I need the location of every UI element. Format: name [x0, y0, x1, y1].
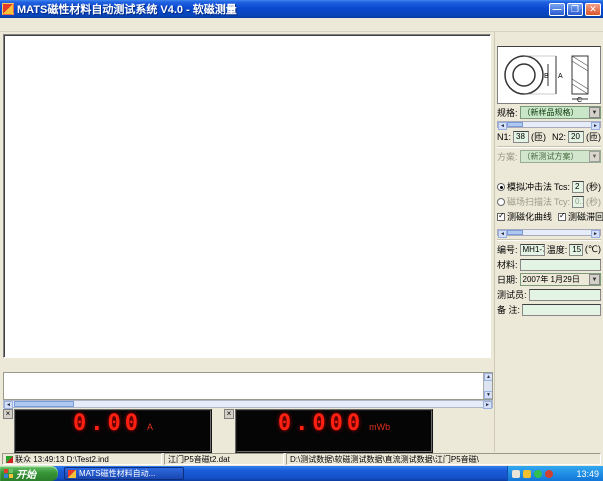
material-label: 材料:	[497, 258, 518, 271]
date-label: 日期:	[497, 273, 518, 286]
temp-label: 温度:	[547, 243, 568, 256]
flux-meter-value: 0.000	[278, 413, 364, 435]
n2-input[interactable]: 20	[568, 131, 584, 143]
status-operator: 联众 13:49:13 D:\Test2.ind	[2, 453, 162, 465]
task-icon	[68, 470, 76, 478]
screen: MATS磁性材料自动测试系统 V4.0 - 软磁测量 — ❐ ✕ ▲ ▼	[0, 0, 603, 481]
plan-combobox[interactable]: （新测试方案） ▼	[520, 150, 601, 163]
status-path: D:\测试数据\软磁测试数据\直流测试数据\江门P5音磁\	[286, 453, 601, 465]
clock: 13:49	[576, 469, 599, 479]
tray-icon-3[interactable]	[534, 470, 542, 478]
field-meter-value: 0.00	[73, 413, 142, 435]
n1-unit: (匝)	[531, 130, 546, 143]
main-content: ▲ ▼ ◄ ► × 0.00 A ×	[0, 32, 603, 452]
scroll-up-icon[interactable]: ▲	[484, 373, 493, 381]
tcy-unit: (秒)	[586, 195, 601, 208]
sample-id-input[interactable]: MH1-7	[520, 244, 545, 256]
tcs-label: Tcs:	[554, 182, 570, 192]
spec-label: 规格:	[497, 106, 518, 119]
result-table-hscrollbar[interactable]: ◄ ►	[3, 400, 493, 408]
scroll-right-icon[interactable]: ►	[591, 122, 600, 130]
n2-label: N2:	[552, 132, 566, 142]
tcs-input[interactable]: 2	[572, 181, 584, 193]
field-meter-unit: A	[147, 422, 153, 435]
result-table-wrap: ▲ ▼	[3, 372, 493, 400]
chart-panel	[3, 34, 491, 358]
menubar	[0, 18, 603, 32]
measure-hysteresis-checkbox[interactable]	[558, 213, 566, 221]
titlebar: MATS磁性材料自动测试系统 V4.0 - 软磁测量 — ❐ ✕	[0, 0, 603, 18]
measure-magnetization-label: 测磁化曲线	[507, 210, 552, 223]
flux-meter-close-icon[interactable]: ×	[224, 409, 234, 419]
sweep-method-label: 磁场扫描法	[507, 195, 552, 208]
minimize-button[interactable]: —	[549, 3, 565, 16]
chevron-down-icon[interactable]: ▼	[589, 274, 600, 285]
temp-input[interactable]: 15	[569, 244, 583, 256]
hysteresis-chart	[4, 35, 490, 357]
plan-label: 方案:	[497, 150, 518, 163]
settings-panel: B A C 规格: （新样品规格） ▼ ◄ ►	[494, 32, 603, 452]
svg-text:B: B	[544, 73, 549, 80]
measure-hysteresis-label: 测磁滞回线	[568, 210, 603, 223]
windows-flag-icon	[4, 469, 13, 478]
spec-combobox[interactable]: （新样品规格） ▼	[520, 106, 601, 119]
sample-shape-tabs	[497, 33, 601, 46]
taskbar: 开始 MATS磁性材料自动... 13:49	[0, 466, 603, 481]
material-input[interactable]	[520, 259, 601, 271]
n1-input[interactable]: 38	[513, 131, 529, 143]
tray-icon-4[interactable]	[545, 470, 553, 478]
tester-label: 测试员:	[497, 288, 527, 301]
flux-meter-unit: mWb	[369, 422, 390, 435]
result-table-vscrollbar[interactable]: ▲ ▼	[483, 373, 492, 399]
tcy-input[interactable]: 0.1	[572, 196, 584, 208]
note-label: 备 注:	[497, 303, 520, 316]
taskbar-task-mats[interactable]: MATS磁性材料自动...	[64, 467, 184, 480]
sweep-method-radio[interactable]	[497, 198, 505, 206]
tcs-unit: (秒)	[586, 180, 601, 193]
temp-unit: (℃)	[585, 244, 601, 255]
chevron-down-icon[interactable]: ▼	[589, 151, 600, 162]
scroll-down-icon[interactable]: ▼	[484, 391, 493, 399]
tray-icon-2[interactable]	[523, 470, 531, 478]
svg-text:A: A	[558, 73, 563, 80]
field-meter-close-icon[interactable]: ×	[3, 409, 13, 419]
scroll-right-icon[interactable]: ►	[591, 230, 600, 238]
tray-icon-1[interactable]	[512, 470, 520, 478]
date-picker[interactable]: 2007年 1月29日 ▼	[520, 273, 601, 286]
led-meters: × 0.00 A × 0.000 mWb	[3, 408, 493, 454]
tester-input[interactable]	[529, 289, 601, 301]
scroll-left-icon[interactable]: ◄	[498, 122, 507, 130]
n1-label: N1:	[497, 132, 511, 142]
chevron-down-icon[interactable]: ▼	[589, 107, 600, 118]
sample-id-label: 编号:	[497, 243, 518, 256]
statusbar: 联众 13:49:13 D:\Test2.ind 江门P5音磁t2.dat D:…	[0, 452, 603, 466]
start-button[interactable]: 开始	[0, 466, 58, 481]
measure-magnetization-checkbox[interactable]	[497, 213, 505, 221]
flux-meter: 0.000 mWb	[235, 409, 433, 453]
result-tabs	[3, 358, 493, 372]
close-button[interactable]: ✕	[585, 3, 601, 16]
window-title: MATS磁性材料自动测试系统 V4.0 - 软磁测量	[17, 1, 549, 17]
status-datafile: 江门P5音磁t2.dat	[164, 453, 284, 465]
app-icon	[2, 3, 14, 15]
maximize-button[interactable]: ❐	[567, 3, 583, 16]
left-column: ▲ ▼ ◄ ► × 0.00 A ×	[0, 32, 494, 452]
ring-core-diagram-icon: B A C	[498, 47, 600, 103]
status-icon	[6, 456, 13, 463]
svg-text:C: C	[577, 97, 582, 103]
scroll-left-icon[interactable]: ◄	[498, 230, 507, 238]
points-hscrollbar[interactable]: ◄ ►	[497, 229, 601, 236]
system-tray: 13:49	[507, 466, 603, 481]
test-mode-tabs	[497, 165, 601, 178]
tcy-label: Tcy:	[554, 197, 570, 207]
impulse-method-label: 模拟冲击法	[507, 180, 552, 193]
note-input[interactable]	[522, 304, 601, 316]
sample-diagram: B A C	[497, 46, 601, 104]
field-meter: 0.00 A	[14, 409, 212, 453]
hscroll-thumb[interactable]	[14, 401, 74, 407]
n2-unit: (匝)	[586, 130, 601, 143]
impulse-method-radio[interactable]	[497, 183, 505, 191]
dimensions-hscrollbar[interactable]: ◄ ►	[497, 121, 601, 128]
